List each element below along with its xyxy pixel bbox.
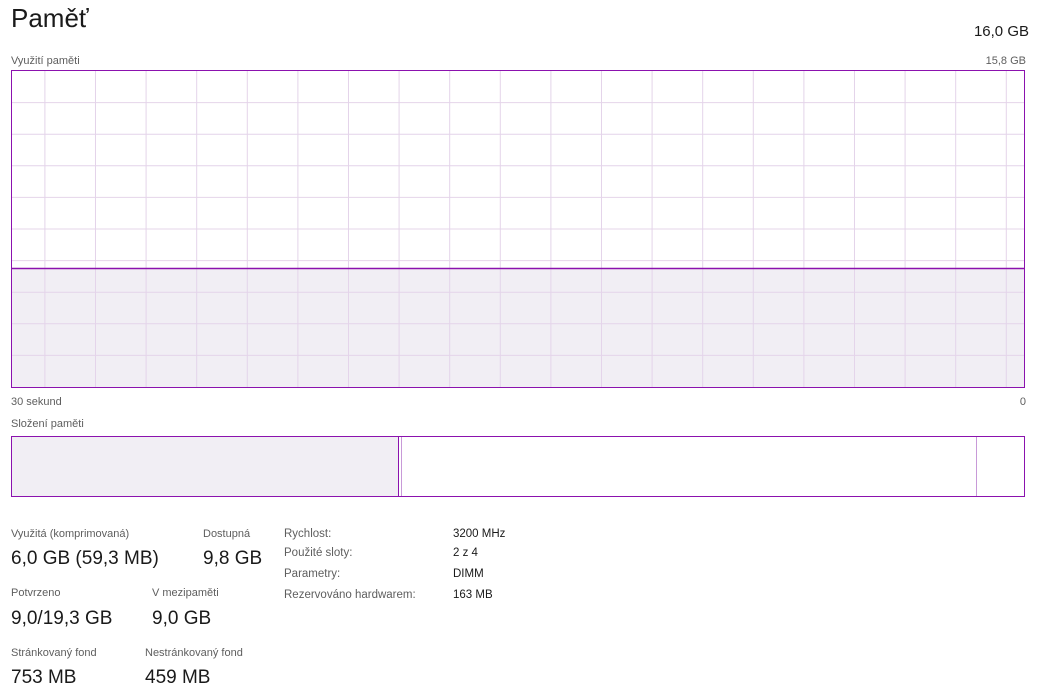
cached-label: V mezipaměti xyxy=(152,587,219,599)
committed-value: 9,0/19,3 GB xyxy=(11,608,113,629)
paged-pool-value: 753 MB xyxy=(11,667,77,688)
usage-graph-max-label: 15,8 GB xyxy=(985,55,1026,67)
total-memory: 16,0 GB xyxy=(973,23,1029,40)
composition-free-segment xyxy=(977,437,1024,496)
hardware-reserved-value: 163 MB xyxy=(453,589,493,601)
committed-label: Potvrzeno xyxy=(11,587,61,599)
memory-usage-graph xyxy=(11,70,1025,388)
time-axis-start-label: 30 sekund xyxy=(11,396,62,408)
paged-pool-label: Stránkovaný fond xyxy=(11,647,97,659)
time-axis-end-label: 0 xyxy=(1019,396,1026,408)
composition-in-use-segment xyxy=(12,437,399,496)
slots-value: 2 z 4 xyxy=(453,547,478,559)
form-factor-value: DIMM xyxy=(453,568,484,580)
usage-fill-area xyxy=(12,268,1024,387)
composition-standby-segment xyxy=(402,437,977,496)
in-use-value: 6,0 GB (59,3 MB) xyxy=(11,548,159,569)
nonpaged-pool-value: 459 MB xyxy=(145,667,211,688)
page-title: Paměť xyxy=(11,3,89,33)
nonpaged-pool-label: Nestránkovaný fond xyxy=(145,647,243,659)
speed-value: 3200 MHz xyxy=(453,528,506,540)
usage-graph-label: Využití paměti xyxy=(11,55,80,67)
form-factor-label: Parametry: xyxy=(284,568,341,580)
speed-label: Rychlost: xyxy=(284,528,332,540)
in-use-label: Využitá (komprimovaná) xyxy=(11,528,130,540)
cached-value: 9,0 GB xyxy=(152,608,212,629)
hardware-reserved-label: Rezervováno hardwarem: xyxy=(284,589,416,601)
slots-label: Použité sloty: xyxy=(284,547,353,559)
available-value: 9,8 GB xyxy=(203,548,263,569)
memory-composition-bar xyxy=(11,436,1025,497)
composition-label: Složení paměti xyxy=(11,418,84,430)
available-label: Dostupná xyxy=(203,528,251,540)
memory-usage-chart xyxy=(12,71,1024,387)
